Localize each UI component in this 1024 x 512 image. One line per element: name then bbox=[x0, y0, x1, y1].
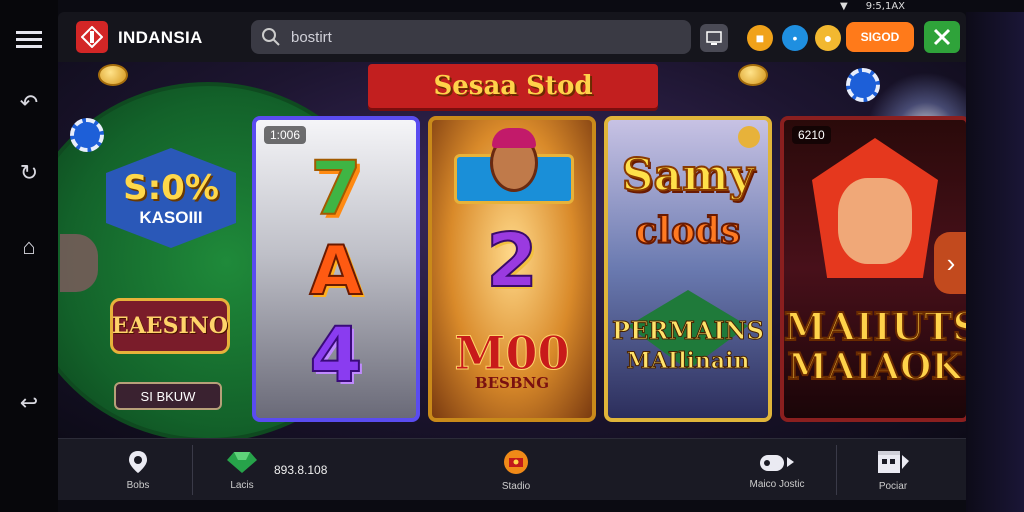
nav-label: Stadio bbox=[501, 480, 531, 492]
search-bar[interactable] bbox=[251, 20, 691, 54]
back-icon[interactable]: ↶ bbox=[12, 86, 46, 120]
prev-arrow-button[interactable] bbox=[60, 234, 98, 292]
card-title: M00 bbox=[454, 326, 570, 381]
nav-item-pociar[interactable]: Pociar bbox=[870, 443, 916, 497]
card-title: MAIIUTS bbox=[784, 303, 966, 350]
nav-label: Maico Jostic bbox=[749, 478, 805, 490]
search-icon bbox=[262, 28, 280, 46]
store-icon bbox=[878, 450, 909, 473]
coin-icon[interactable]: ● bbox=[815, 25, 841, 51]
seven-symbol: 7 bbox=[309, 145, 363, 233]
search-input[interactable] bbox=[291, 28, 671, 46]
return-icon[interactable]: ↩ bbox=[12, 386, 46, 420]
game-card[interactable]: 1:006 7 A 4 bbox=[252, 116, 420, 422]
game-card[interactable]: 2 M00 BESBNG bbox=[428, 116, 596, 422]
brand-name: INDANSIA bbox=[118, 28, 203, 47]
banner-title: Sesaa Stod bbox=[433, 71, 593, 101]
bottom-nav: Bobs Lacis 893.8.108 Stadio Maico Jostic… bbox=[58, 438, 966, 500]
two-symbol: 2 bbox=[485, 217, 539, 305]
chip-icon bbox=[846, 68, 880, 102]
letter-symbol: A bbox=[309, 231, 364, 312]
wifi-icon: ▼ bbox=[840, 0, 848, 12]
logo-icon[interactable] bbox=[76, 21, 108, 53]
right-decoration bbox=[966, 12, 1024, 512]
chat-icon[interactable]: • bbox=[782, 25, 808, 51]
badge-value: S:0% bbox=[123, 168, 219, 208]
tools-icon[interactable] bbox=[924, 21, 960, 53]
divider bbox=[192, 445, 193, 495]
location-pin-icon bbox=[129, 450, 147, 473]
nav-label: Lacis bbox=[230, 479, 254, 491]
nav-item-stadio[interactable]: Stadio bbox=[494, 443, 538, 497]
home-icon[interactable]: ⌂ bbox=[12, 230, 46, 264]
coin-icon bbox=[98, 64, 128, 86]
signin-button[interactable]: SIGOD bbox=[846, 22, 914, 52]
show-button[interactable]: SI BKUW bbox=[114, 382, 222, 410]
game-card[interactable]: Samy clods PERMAINS MAIlinain bbox=[604, 116, 772, 422]
easino-sign[interactable]: EAESINO bbox=[110, 298, 230, 354]
card-label-2: MAIlinain bbox=[626, 348, 750, 375]
card-subtitle: BESBNG bbox=[474, 374, 550, 392]
chip-icon bbox=[70, 118, 104, 152]
nav-item-lacis[interactable]: Lacis bbox=[222, 443, 262, 497]
nav-label: Bobs bbox=[126, 479, 150, 491]
divider bbox=[836, 445, 837, 495]
character-hat bbox=[492, 128, 536, 148]
cast-icon[interactable] bbox=[700, 24, 728, 52]
easino-label: EAESINO bbox=[111, 313, 229, 339]
card-subtitle: clods bbox=[634, 209, 741, 253]
nav-label: Pociar bbox=[878, 480, 908, 492]
top-header: INDANSIA ■ • ● SIGOD bbox=[58, 12, 966, 62]
system-nav-rail: ↶ ↻ ⌂ ↩ bbox=[0, 0, 58, 512]
card-subtitle: MAIAOK bbox=[786, 345, 963, 389]
card-label: PERMAINS bbox=[612, 316, 765, 346]
card-title: Samy bbox=[621, 149, 755, 202]
gift-icon[interactable]: ■ bbox=[747, 25, 773, 51]
balance: 893.8.108 bbox=[274, 463, 328, 477]
card-tag: 6210 bbox=[792, 126, 831, 144]
character-face bbox=[838, 178, 912, 264]
nav-item-maico-jostic[interactable]: Maico Jostic bbox=[744, 443, 810, 497]
status-bar: ▼ 9:5,1AX bbox=[840, 0, 1024, 12]
gamepad-icon bbox=[760, 454, 794, 471]
status-time: 9:5,1AX bbox=[865, 0, 906, 12]
four-symbol: 4 bbox=[309, 309, 364, 400]
badge-label: KASOIII bbox=[139, 208, 203, 227]
next-arrow-button[interactable]: › bbox=[934, 232, 966, 294]
emerald-icon bbox=[227, 451, 257, 473]
banner: Sesaa Stod bbox=[368, 64, 658, 108]
settings-icon[interactable] bbox=[738, 126, 760, 148]
card-tag: 1:006 bbox=[264, 126, 307, 144]
nav-item-bobs[interactable]: Bobs bbox=[118, 443, 158, 497]
coin-icon bbox=[738, 64, 768, 86]
game-stage: Sesaa Stod S:0% KASOIII EAESINO SI BKUW … bbox=[58, 62, 966, 438]
refresh-icon[interactable]: ↻ bbox=[12, 156, 46, 190]
casino-chest-icon bbox=[504, 449, 528, 474]
menu-icon[interactable] bbox=[12, 22, 46, 56]
